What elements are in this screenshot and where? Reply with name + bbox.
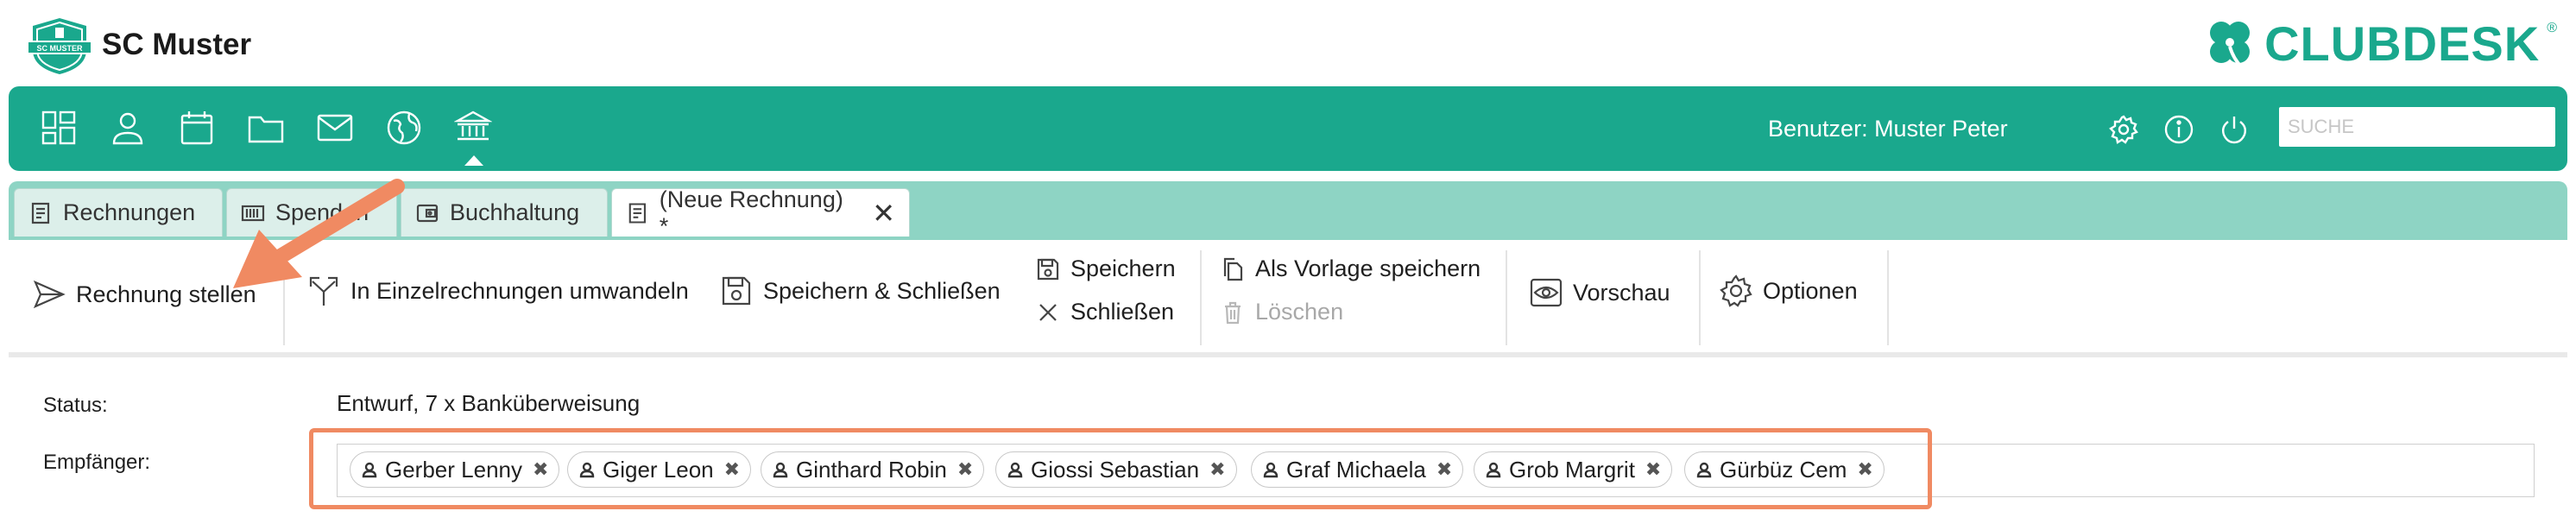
options-label: Optionen xyxy=(1763,277,1858,304)
user-label: Benutzer: Muster Peter xyxy=(1768,116,2008,142)
status-value: Entwurf, 7 x Banküberweisung xyxy=(337,390,641,416)
recipients-highlight-box xyxy=(309,428,1932,509)
active-nav-indicator xyxy=(464,155,483,166)
barcode-icon xyxy=(241,205,265,221)
save-label: Speichern xyxy=(1070,256,1176,281)
invoice-icon xyxy=(628,202,646,224)
tab-label: (Neue Rechnung) * xyxy=(659,186,843,239)
split-icon xyxy=(309,276,338,306)
status-label: Status: xyxy=(43,394,108,417)
preview-button[interactable]: Vorschau xyxy=(1530,276,1670,309)
brand-registered: ® xyxy=(2547,21,2557,35)
close-tab-icon[interactable]: ✕ xyxy=(872,199,895,227)
save-button[interactable]: Speichern xyxy=(1036,256,1176,282)
folder-icon[interactable] xyxy=(245,107,287,148)
convert-button[interactable]: In Einzelrechnungen umwandeln xyxy=(307,274,689,307)
send-invoice-label: Rechnung stellen xyxy=(76,281,256,307)
save-close-label: Speichern & Schließen xyxy=(763,277,1001,304)
wallet-icon xyxy=(416,204,439,222)
club-logo: SC MUSTER xyxy=(26,16,93,76)
save-template-button[interactable]: Als Vorlage speichern xyxy=(1221,256,1481,282)
save-template-label: Als Vorlage speichern xyxy=(1255,256,1481,281)
logo-text: SC MUSTER xyxy=(36,44,83,53)
toolbar-separator xyxy=(1699,250,1701,345)
close-button[interactable]: Schließen xyxy=(1036,299,1174,325)
invoice-icon xyxy=(31,202,50,224)
send-icon xyxy=(33,280,66,309)
convert-label: In Einzelrechnungen umwandeln xyxy=(350,277,689,304)
search-input[interactable] xyxy=(2279,107,2555,147)
save-icon xyxy=(1037,258,1059,280)
preview-label: Vorschau xyxy=(1573,279,1670,306)
dashboard-icon[interactable] xyxy=(38,107,79,148)
send-invoice-button[interactable]: Rechnung stellen xyxy=(33,278,256,311)
gear-icon xyxy=(1720,274,1752,307)
clubdesk-logo: CLUBDESK ® xyxy=(2202,16,2557,71)
toolbar: Rechnung stellen In Einzelrechnungen umw… xyxy=(9,242,2567,357)
delete-label: Löschen xyxy=(1255,299,1344,325)
eye-icon xyxy=(1530,278,1563,307)
tab-bar: Rechnungen Spenden Buchhaltung (Neue Rec… xyxy=(9,181,2567,240)
club-name: SC Muster xyxy=(102,28,252,61)
recipients-label: Empfänger: xyxy=(43,451,151,474)
toolbar-separator xyxy=(283,250,285,345)
power-icon[interactable] xyxy=(2217,112,2251,147)
copy-icon xyxy=(1223,257,1243,281)
tab-label: Rechnungen xyxy=(63,199,196,225)
save-icon xyxy=(722,276,751,306)
tab-rechnungen[interactable]: Rechnungen xyxy=(14,188,223,237)
save-close-button[interactable]: Speichern & Schließen xyxy=(720,274,1001,307)
brand-name: CLUBDESK xyxy=(2264,16,2541,71)
info-icon[interactable] xyxy=(2162,112,2196,147)
options-button[interactable]: Optionen xyxy=(1720,274,1858,307)
close-icon xyxy=(1039,303,1057,321)
globe-icon[interactable] xyxy=(383,107,425,148)
tab-neue-rechnung[interactable]: (Neue Rechnung) * ✕ xyxy=(611,186,910,239)
delete-button[interactable]: Löschen xyxy=(1221,299,1343,325)
trash-icon xyxy=(1225,301,1241,324)
close-label: Schließen xyxy=(1070,299,1175,325)
person-icon[interactable] xyxy=(107,107,148,148)
mail-icon[interactable] xyxy=(314,107,356,148)
main-navbar: Benutzer: Muster Peter xyxy=(9,86,2567,171)
toolbar-separator xyxy=(1506,250,1507,345)
gear-icon[interactable] xyxy=(2106,112,2141,147)
bank-icon[interactable] xyxy=(452,107,494,148)
toolbar-separator xyxy=(1887,250,1889,345)
tab-buchhaltung[interactable]: Buchhaltung xyxy=(401,188,608,237)
tab-label: Buchhaltung xyxy=(450,199,580,225)
toolbar-separator xyxy=(1200,250,1202,345)
calendar-icon[interactable] xyxy=(176,107,218,148)
tab-label: Spenden xyxy=(275,199,369,225)
clover-icon xyxy=(2210,22,2251,69)
tab-spenden[interactable]: Spenden xyxy=(226,188,397,237)
